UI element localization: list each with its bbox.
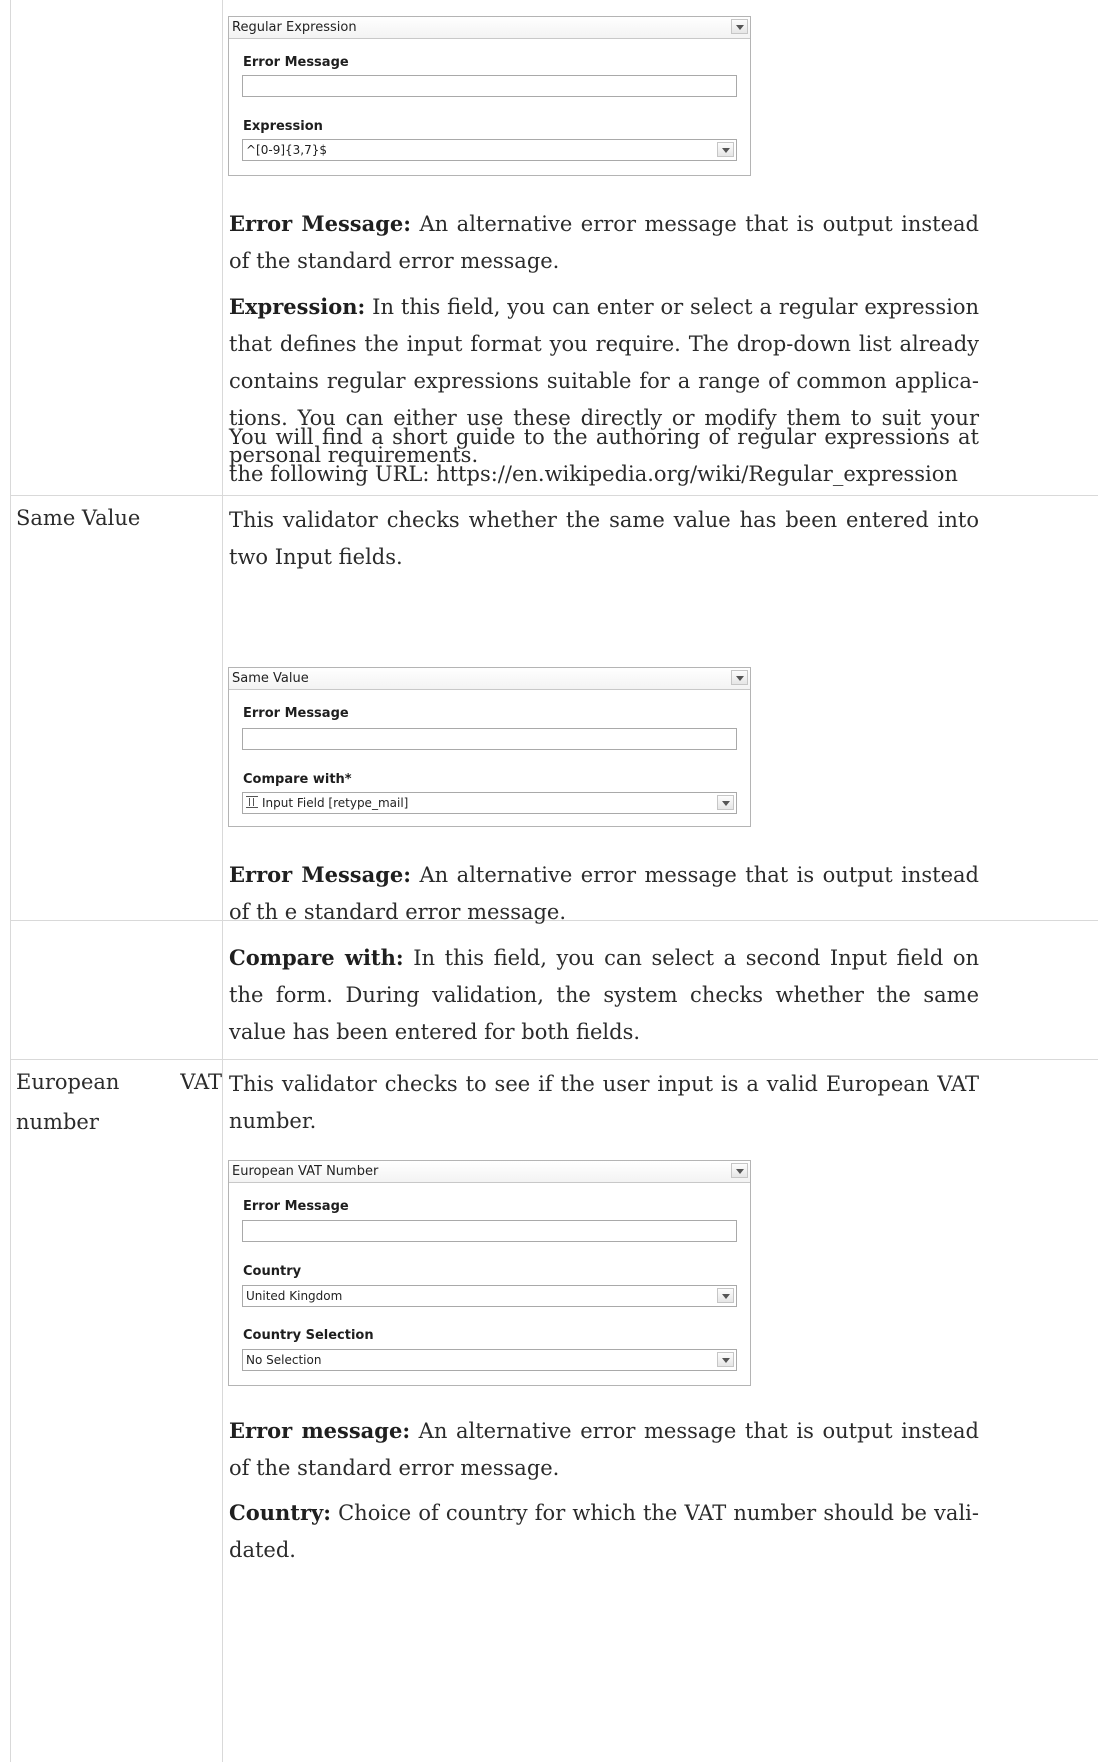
chevron-down-icon[interactable] (717, 142, 734, 157)
description: You will find a short guide to the autho… (229, 425, 979, 486)
validator-type-label: European VAT Number (232, 1164, 379, 1179)
country-select[interactable]: United Kingdom (242, 1285, 737, 1307)
term: Error Message: (229, 862, 411, 887)
input-field-icon (246, 796, 258, 808)
expression-label: Expression (243, 119, 323, 134)
validator-type-dropdown[interactable]: Same Value (229, 668, 750, 690)
vat-country-desc: Country: Choice of country for which the… (229, 1494, 979, 1569)
error-message-label: Error Message (243, 706, 349, 721)
vat-intro: This validator checks to see if the user… (229, 1066, 979, 1140)
chevron-down-icon[interactable] (717, 1288, 734, 1303)
same-value-intro: This validator checks whether the same v… (229, 502, 979, 576)
term: Compare with: (229, 945, 404, 970)
regex-guide-desc: You will find a short guide to the autho… (229, 419, 979, 493)
country-selection-select[interactable]: No Selection (242, 1349, 737, 1371)
same-value-compare-desc: Compare with: In this field, you can sel… (229, 939, 979, 1051)
chevron-down-icon[interactable] (717, 1352, 734, 1367)
description: Choice of country for which the VAT numb… (229, 1501, 979, 1562)
validator-type-dropdown[interactable]: Regular Expression (229, 17, 750, 39)
chevron-down-icon[interactable] (731, 1163, 748, 1178)
vat-error-message-desc: Error message: An alternative error mess… (229, 1412, 979, 1487)
validator-name-text: European VAT number (16, 1070, 222, 1134)
country-selection-value: No Selection (246, 1353, 322, 1367)
error-message-label: Error Message (243, 1199, 349, 1214)
term: Expression: (229, 294, 366, 319)
validator-name-same-value: Same Value (16, 506, 141, 530)
chevron-down-icon[interactable] (717, 795, 734, 810)
error-message-field[interactable] (242, 1220, 737, 1242)
country-selection-label: Country Selection (243, 1328, 374, 1343)
row-divider (10, 495, 1098, 496)
error-message-label: Error Message (243, 55, 349, 70)
vat-validator-panel: European VAT Number Error Message Countr… (228, 1160, 751, 1386)
chevron-down-icon[interactable] (731, 670, 748, 685)
compare-with-select[interactable]: Input Field [retype_mail] (242, 792, 737, 814)
regex-validator-panel: Regular Expression Error Message Express… (228, 16, 751, 176)
expression-select[interactable]: ^[0-9]{3,7}$ (242, 139, 737, 161)
description: This validator checks to see if the user… (229, 1072, 979, 1133)
error-message-field[interactable] (242, 75, 737, 97)
validator-name-vat: European VAT number (16, 1062, 222, 1142)
country-value: United Kingdom (246, 1289, 343, 1303)
error-message-field[interactable] (242, 728, 737, 750)
validator-type-label: Same Value (232, 671, 309, 686)
country-label: Country (243, 1264, 302, 1279)
compare-with-label: Compare with* (243, 772, 352, 787)
term: Country: (229, 1500, 331, 1525)
validator-type-dropdown[interactable]: European VAT Number (229, 1161, 750, 1183)
expression-value: ^[0-9]{3,7}$ (246, 143, 328, 157)
row-divider (10, 1059, 1098, 1060)
table-column-divider (222, 0, 223, 1762)
term: Error Message: (229, 211, 411, 236)
chevron-down-icon[interactable] (731, 19, 748, 34)
table-left-border (10, 0, 11, 1762)
compare-with-value: Input Field [retype_mail] (262, 796, 409, 810)
term: Error message: (229, 1418, 411, 1443)
same-value-validator-panel: Same Value Error Message Compare with* I… (228, 667, 751, 827)
description: This validator checks whether the same v… (229, 508, 979, 569)
same-value-error-message-desc: Error Message: An alternative error mess… (229, 856, 979, 931)
regex-error-message-desc: Error Message: An alternative error mess… (229, 205, 979, 280)
validator-type-label: Regular Expression (232, 20, 357, 35)
